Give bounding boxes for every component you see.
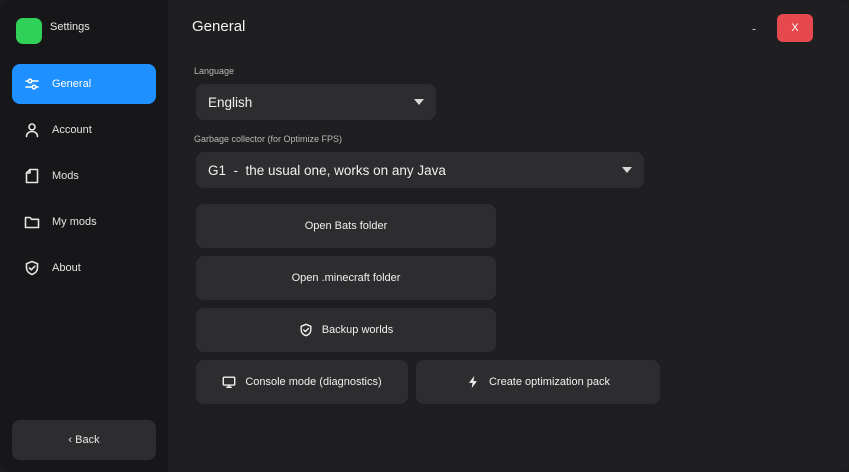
- sidebar-item-mods[interactable]: Mods: [12, 156, 156, 196]
- chevron-down-icon: [622, 167, 632, 173]
- monitor-icon: [222, 376, 236, 388]
- shield-check-icon: [300, 323, 312, 337]
- create-optimization-pack-button[interactable]: Create optimization pack: [416, 360, 660, 404]
- sidebar-item-label: General: [52, 78, 92, 90]
- chevron-down-icon: [414, 99, 424, 105]
- app-logo: [16, 18, 42, 44]
- app-header: Settings: [16, 18, 90, 44]
- sidebar: Settings General Account Mods My mods Ab…: [0, 0, 168, 472]
- sidebar-item-my-mods[interactable]: My mods: [12, 202, 156, 242]
- button-label: Backup worlds: [321, 324, 394, 336]
- language-value: English: [208, 94, 253, 110]
- back-button[interactable]: ‹ Back: [12, 420, 156, 460]
- sidebar-item-account[interactable]: Account: [12, 110, 156, 150]
- button-label: Console mode (diagnostics): [245, 376, 382, 388]
- app-title: Settings: [50, 21, 90, 33]
- settings-window: Settings General Account Mods My mods Ab…: [0, 0, 849, 472]
- sidebar-item-label: Account: [52, 124, 92, 136]
- button-label: Open .minecraft folder: [291, 272, 401, 284]
- console-mode-button[interactable]: Console mode (diagnostics): [196, 360, 408, 404]
- user-icon: [24, 122, 40, 138]
- gc-label: Garbage collector (for Optimize FPS): [194, 134, 343, 144]
- lightning-icon: [469, 375, 477, 389]
- sidebar-item-about[interactable]: About: [12, 248, 156, 288]
- sidebar-item-label: About: [52, 262, 81, 274]
- gc-select[interactable]: G1 - the usual one, works on any Java: [196, 152, 644, 188]
- sidebar-item-label: My mods: [52, 216, 97, 228]
- file-icon: [24, 168, 40, 184]
- open-minecraft-folder-button[interactable]: Open .minecraft folder: [196, 256, 496, 300]
- shield-check-icon: [24, 260, 40, 276]
- open-bats-folder-button[interactable]: Open Bats folder: [196, 204, 496, 248]
- sidebar-item-general[interactable]: General: [12, 64, 156, 104]
- sliders-icon: [24, 76, 40, 92]
- sidebar-item-label: Mods: [52, 170, 79, 182]
- language-select[interactable]: English: [196, 84, 436, 120]
- button-label: Open Bats folder: [304, 220, 388, 232]
- sidebar-nav: General Account Mods My mods About: [12, 64, 156, 294]
- close-button[interactable]: X: [777, 14, 813, 42]
- button-label: Create optimization pack: [488, 376, 611, 388]
- backup-worlds-button[interactable]: Backup worlds: [196, 308, 496, 352]
- folder-icon: [24, 214, 40, 230]
- language-label: Language: [194, 66, 235, 76]
- gc-value: G1 - the usual one, works on any Java: [208, 162, 446, 178]
- minimize-button[interactable]: -: [744, 16, 764, 40]
- page-title: General: [192, 18, 246, 35]
